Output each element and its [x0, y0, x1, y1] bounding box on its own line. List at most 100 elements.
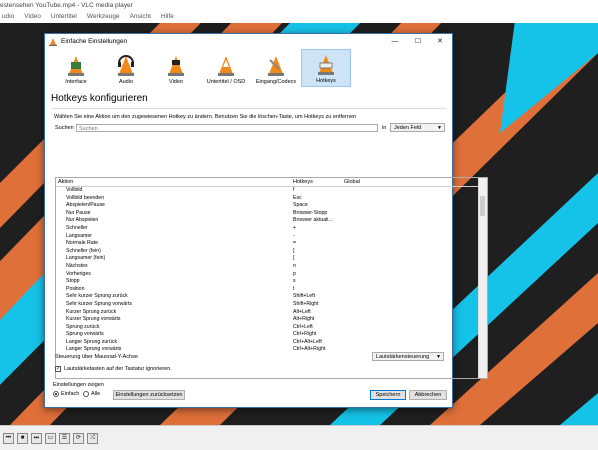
menu-audio[interactable]: udio [0, 11, 16, 23]
table-row[interactable]: Langsamer (fein) [ [56, 255, 487, 263]
playlist-icon[interactable]: ☰ [59, 432, 70, 444]
chevron-down-icon: ▼ [437, 125, 442, 131]
interface-icon [68, 56, 84, 76]
radio-simple[interactable] [53, 391, 59, 397]
hotkey-cell: Ctrl+Alt+Left [293, 338, 322, 345]
category-input-codecs[interactable]: Eingang/Codecs [251, 49, 301, 87]
table-row[interactable]: Vollbild beenden Esc [56, 195, 487, 203]
action-cell: Nur Pause [66, 209, 91, 216]
action-cell: Schneller [66, 224, 88, 231]
column-action[interactable]: Aktion [58, 178, 73, 186]
action-cell: Nächstes [66, 262, 88, 269]
table-row[interactable]: Vorheriges p [56, 271, 487, 279]
table-row[interactable]: Nächstes n [56, 263, 487, 271]
hotkey-cell: ] [293, 247, 295, 254]
category-interface[interactable]: Interface [51, 49, 101, 87]
table-row[interactable]: Schneller (fein)] [56, 248, 487, 256]
action-cell: Langer Sprung zurück [66, 338, 118, 345]
preferences-dialog: Einfache Einstellungen — ☐ ✕ Interface A… [44, 33, 488, 408]
ignore-volume-checkbox[interactable]: ✓ [55, 366, 61, 372]
hotkey-cell: - [293, 232, 295, 239]
action-cell: Position [66, 285, 85, 292]
previous-icon[interactable]: ⏮ [3, 432, 14, 444]
action-cell: Kurzer Sprung zurück [66, 308, 117, 315]
table-row[interactable]: Sprung vorwärts Ctrl+Right [56, 331, 487, 339]
table-header: Aktion Hotkeys Global [56, 178, 487, 187]
table-row[interactable]: Vollbild f [56, 187, 487, 195]
table-row[interactable]: Abspielen/Pause Space [56, 202, 487, 210]
action-cell: Langsamer [66, 232, 92, 239]
hotkey-cell: p [293, 270, 296, 277]
chevron-down-icon: ▼ [436, 354, 441, 360]
table-row[interactable]: Stopp s [56, 278, 487, 286]
scrollbar-thumb[interactable] [480, 196, 485, 216]
hotkey-cell: Ctrl+Left [293, 323, 313, 330]
menu-tools[interactable]: Werkzeuge [85, 11, 122, 23]
hotkey-cell: Ctrl+Alt+Right [293, 346, 326, 353]
help-text: Wählen Sie eine Aktion um den zugewiesen… [54, 114, 357, 120]
vlc-window-title: estensehen YouTube.mp4 - VLC media playe… [0, 0, 598, 11]
hotkey-cell: t [293, 285, 295, 292]
save-button[interactable]: Speichern [370, 390, 406, 400]
table-row[interactable]: Sehr kurzer Sprung zurück Shift+Left [56, 293, 487, 301]
table-row[interactable]: Sehr kurzer Sprung vorwärts Shift+Right [56, 301, 487, 309]
shuffle-icon[interactable]: ⤮ [87, 432, 98, 444]
subtitles-icon [218, 56, 234, 76]
menu-help[interactable]: Hilfe [159, 11, 176, 23]
menu-view[interactable]: Ansicht [128, 11, 153, 23]
table-row[interactable]: Schneller + [56, 225, 487, 233]
table-row[interactable]: Position t [56, 286, 487, 294]
category-bar: Interface Audio Video Untertitel / OSD E… [45, 49, 452, 87]
audio-icon [118, 55, 134, 76]
search-field-select[interactable]: Jeden Feld ▼ [390, 123, 445, 132]
category-audio[interactable]: Audio [101, 49, 151, 87]
column-hotkeys[interactable]: Hotkeys [293, 178, 343, 186]
mouse-wheel-label: Steuerung über Mausrad-Y-Achse [55, 354, 138, 360]
hotkey-cell: Browser aktuali... [293, 217, 333, 224]
cancel-button[interactable]: Abbrechen [409, 390, 447, 400]
search-row: Suchen Suchen in Jeden Feld ▼ [45, 123, 452, 135]
input-codecs-icon [268, 56, 284, 76]
action-cell: Vorheriges [66, 270, 91, 277]
table-row[interactable]: Kurzer Sprung zurück Alt+Left [56, 309, 487, 317]
ignore-volume-label: Lautstärketasten auf der Tastatur ignori… [64, 366, 172, 372]
menu-video[interactable]: Video [22, 11, 43, 23]
page-heading: Hotkeys konfigurieren [51, 93, 148, 104]
hotkey-cell: Shift+Left [293, 293, 316, 300]
action-cell: Vollbild beenden [66, 194, 105, 201]
action-cell: Schneller (fein) [66, 247, 101, 254]
radio-all[interactable] [83, 391, 89, 397]
category-subtitles-osd[interactable]: Untertitel / OSD [201, 49, 251, 87]
mouse-wheel-select[interactable]: Lautstärkensteuerung ▼ [372, 352, 444, 361]
category-video[interactable]: Video [151, 49, 201, 87]
hotkey-cell: Browser-Stopp [293, 209, 328, 216]
fullscreen-icon[interactable]: ▭ [45, 432, 56, 444]
table-scrollbar[interactable] [478, 178, 487, 378]
maximize-icon[interactable]: ☐ [407, 34, 429, 49]
next-icon[interactable]: ⏭ [31, 432, 42, 444]
loop-icon[interactable]: ⟳ [73, 432, 84, 444]
action-cell: Sprung vorwärts [66, 331, 104, 338]
search-in-label: in [382, 125, 387, 131]
table-row[interactable]: Langer Sprung zurück Ctrl+Alt+Left [56, 339, 487, 347]
column-global[interactable]: Global [344, 178, 360, 186]
hotkey-cell: Esc [293, 194, 302, 201]
table-row[interactable]: Kurzer Sprung vorwärts Alt+Right [56, 316, 487, 324]
close-icon[interactable]: ✕ [429, 34, 451, 49]
search-input[interactable]: Suchen [76, 124, 378, 132]
hotkey-cell: Alt+Right [293, 316, 315, 323]
table-row[interactable]: Normale Rate = [56, 240, 487, 248]
hotkey-cell: Ctrl+Right [293, 331, 317, 338]
category-hotkeys[interactable]: Hotkeys [301, 49, 351, 87]
reset-settings-button[interactable]: Einstellungen zurücksetzen [113, 390, 185, 400]
table-row[interactable]: Nur Abspielen Browser aktuali... [56, 217, 487, 225]
table-row[interactable]: Langsamer - [56, 233, 487, 241]
table-row[interactable]: Sprung zurück Ctrl+Left [56, 324, 487, 332]
stop-icon[interactable]: ■ [17, 432, 28, 444]
action-cell: Vollbild [66, 187, 83, 193]
radio-simple-label: Einfach [61, 391, 80, 397]
menu-subtitles[interactable]: Untertitel [49, 11, 79, 23]
hotkey-cell: [ [293, 255, 295, 262]
table-row[interactable]: Nur Pause Browser-Stopp [56, 210, 487, 218]
minimize-icon[interactable]: — [384, 34, 406, 49]
